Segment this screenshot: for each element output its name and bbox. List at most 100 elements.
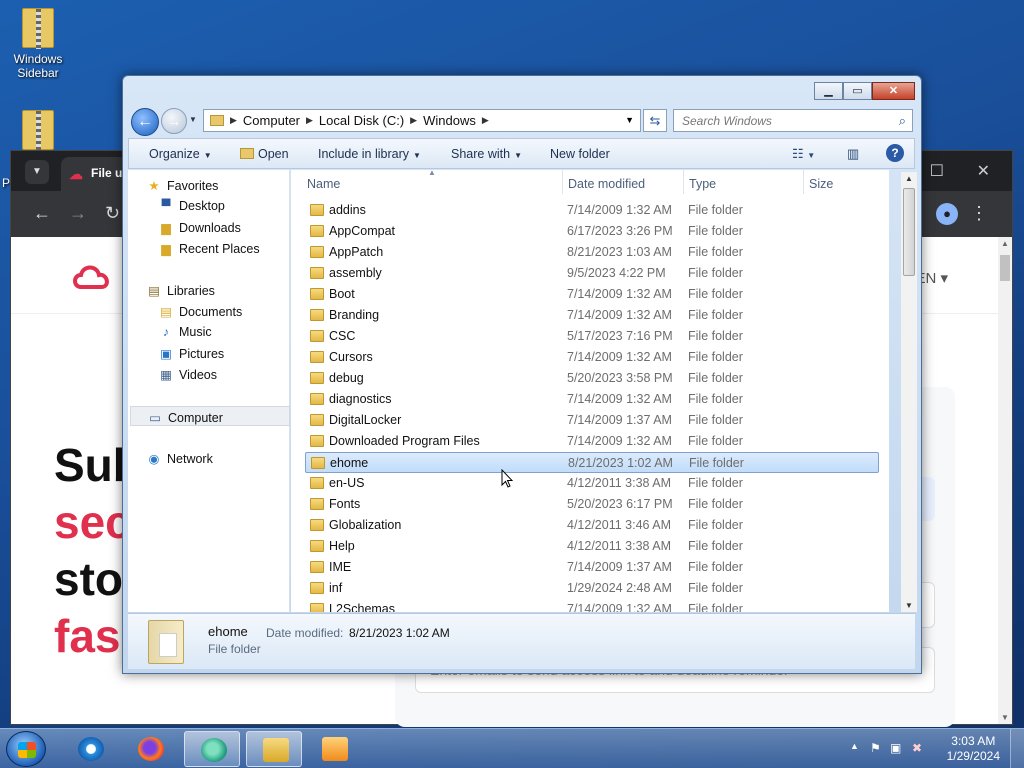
show-desktop-button[interactable] <box>1010 729 1024 768</box>
file-row[interactable]: L2Schemas 7/14/2009 1:32 AM File folder <box>305 599 879 612</box>
recent-pages-dropdown[interactable]: ▼ <box>189 115 197 124</box>
file-row[interactable]: AppPatch 8/21/2023 1:03 AM File folder <box>305 242 879 263</box>
address-bar[interactable]: ▶ Computer ▶ Local Disk (C:) ▶ Windows ▶… <box>203 109 641 132</box>
file-row[interactable]: ehome 8/21/2023 1:02 AM File folder <box>305 452 879 473</box>
open-button[interactable]: Open <box>240 147 289 161</box>
preview-pane-icon[interactable]: ▥ <box>847 146 859 162</box>
start-button[interactable] <box>6 731 46 767</box>
browser-maximize-icon[interactable]: ☐ <box>930 161 944 181</box>
column-divider[interactable] <box>803 170 804 194</box>
file-row[interactable]: AppCompat 6/17/2023 3:26 PM File folder <box>305 221 879 242</box>
breadcrumb-windows[interactable]: Windows <box>423 113 476 128</box>
file-row[interactable]: Fonts 5/20/2023 6:17 PM File folder <box>305 494 879 515</box>
column-divider[interactable] <box>683 170 684 194</box>
file-type: File folder <box>688 350 743 364</box>
breadcrumb-separator[interactable]: ▶ <box>306 115 313 126</box>
nav-libraries[interactable]: ▤ Libraries <box>146 280 306 300</box>
maximize-button[interactable]: ▭ <box>843 82 872 100</box>
organize-button[interactable]: Organize ▼ <box>149 147 212 161</box>
search-icon[interactable]: ⌕ <box>899 113 906 129</box>
taskbar-explorer[interactable] <box>246 731 302 767</box>
scroll-up-icon[interactable]: ▲ <box>905 174 913 183</box>
taskbar-browser[interactable] <box>184 731 240 767</box>
folder-icon <box>311 457 325 469</box>
file-type: File folder <box>688 266 743 280</box>
search-input[interactable]: Search Windows ⌕ <box>673 109 913 132</box>
minimize-button[interactable]: ▁ <box>814 82 843 100</box>
column-divider[interactable] <box>562 170 563 194</box>
profile-avatar-icon[interactable]: ● <box>936 203 958 225</box>
file-row[interactable]: Cursors 7/14/2009 1:32 AM File folder <box>305 347 879 368</box>
file-row[interactable]: Globalization 4/12/2011 3:46 AM File folde… <box>305 515 879 536</box>
file-row[interactable]: debug 5/20/2023 3:58 PM File folder <box>305 368 879 389</box>
breadcrumb-local-disk[interactable]: Local Disk (C:) <box>319 113 404 128</box>
folder-icon <box>310 225 324 237</box>
network-tray-icon[interactable]: ▣ <box>890 741 901 755</box>
volume-muted-icon[interactable]: ✖ <box>912 741 922 755</box>
address-dropdown-icon[interactable]: ▼ <box>625 115 634 125</box>
breadcrumb-separator[interactable]: ▶ <box>410 115 417 126</box>
page-scrollbar-thumb[interactable] <box>1000 255 1010 281</box>
details-name: ehome <box>208 624 248 639</box>
browser-reload-icon[interactable]: ↻ <box>105 203 120 224</box>
file-row[interactable]: Boot 7/14/2009 1:32 AM File folder <box>305 284 879 305</box>
help-icon[interactable]: ? <box>886 144 904 162</box>
scrollbar-thumb[interactable] <box>903 188 915 276</box>
file-row[interactable]: diagnostics 7/14/2009 1:32 AM File folder <box>305 389 879 410</box>
column-header-date-modified[interactable]: Date modified <box>568 170 645 196</box>
browser-back-icon[interactable]: ← <box>33 203 51 224</box>
site-logo-icon[interactable] <box>71 257 121 297</box>
details-date-label: Date modified: <box>266 626 344 640</box>
file-row[interactable]: Downloaded Program Files 7/14/2009 1:32 A… <box>305 431 879 452</box>
browser-forward-icon[interactable]: → <box>69 203 87 224</box>
file-name: AppPatch <box>329 245 384 259</box>
browser-menu-icon[interactable]: ⋮ <box>970 203 988 224</box>
file-type: File folder <box>688 203 743 217</box>
folder-icon <box>310 540 324 552</box>
taskbar-firefox[interactable] <box>122 731 178 767</box>
folder-icon <box>310 519 324 531</box>
forward-button[interactable]: → <box>161 108 187 134</box>
nav-favorites[interactable]: ★ Favorites <box>146 175 306 195</box>
file-name: en-US <box>329 476 365 490</box>
share-with-button[interactable]: Share with ▼ <box>451 147 522 161</box>
file-row[interactable]: IME 7/14/2009 1:37 AM File folder <box>305 557 879 578</box>
desktop-icon-windows-sidebar[interactable]: Windows Sidebar <box>8 8 68 80</box>
nav-network[interactable]: ◉ Network <box>146 448 306 468</box>
close-button[interactable]: ✕ <box>872 82 915 100</box>
refresh-button[interactable]: ⇆ <box>643 109 667 132</box>
scroll-down-icon[interactable]: ▼ <box>905 601 913 610</box>
column-header-name[interactable]: Name <box>307 170 340 196</box>
tab-search-button[interactable]: ▼ <box>25 160 49 184</box>
desktop-icon-partial-label: P <box>2 176 11 190</box>
browser-close-icon[interactable]: ✕ <box>977 161 990 181</box>
clock[interactable]: 3:03 AM 1/29/2024 <box>947 734 1000 764</box>
taskbar-internet-explorer[interactable] <box>62 731 118 767</box>
include-in-library-button[interactable]: Include in library ▼ <box>318 147 421 161</box>
open-folder-icon <box>240 148 254 159</box>
folder-icon <box>310 435 324 447</box>
file-row[interactable]: CSC 5/17/2023 7:16 PM File folder <box>305 326 879 347</box>
page-scrollbar[interactable]: ▲ ▼ <box>998 237 1012 724</box>
taskbar-media-player[interactable] <box>306 731 362 767</box>
breadcrumb-separator[interactable]: ▶ <box>482 115 489 126</box>
action-center-flag-icon[interactable]: ⚑ <box>870 741 881 755</box>
nav-computer[interactable]: ▭ Computer <box>130 406 290 426</box>
file-row[interactable]: inf 1/29/2024 2:48 AM File folder <box>305 578 879 599</box>
new-folder-button[interactable]: New folder <box>550 147 610 161</box>
breadcrumb-computer[interactable]: Computer <box>243 113 300 128</box>
show-hidden-icons-icon[interactable]: ▲ <box>850 741 859 751</box>
column-header-type[interactable]: Type <box>689 170 716 196</box>
file-list-scrollbar[interactable]: ▲ ▼ <box>901 172 917 612</box>
back-button[interactable]: ← <box>131 108 159 136</box>
file-row[interactable]: DigitalLocker 7/14/2009 1:37 AM File folde… <box>305 410 879 431</box>
column-header-size[interactable]: Size <box>809 170 833 196</box>
file-row[interactable]: addins 7/14/2009 1:32 AM File folder <box>305 200 879 221</box>
change-view-icon[interactable]: ☷ ▼ <box>792 146 815 162</box>
desktop-icon-second[interactable] <box>8 110 68 154</box>
file-row[interactable]: Help 4/12/2011 3:38 AM File folder <box>305 536 879 557</box>
file-row[interactable]: assembly 9/5/2023 4:22 PM File folder <box>305 263 879 284</box>
file-date-modified: 7/14/2009 1:32 AM <box>567 392 672 406</box>
file-row[interactable]: Branding 7/14/2009 1:32 AM File folder <box>305 305 879 326</box>
file-row[interactable]: en-US 4/12/2011 3:38 AM File folder <box>305 473 879 494</box>
